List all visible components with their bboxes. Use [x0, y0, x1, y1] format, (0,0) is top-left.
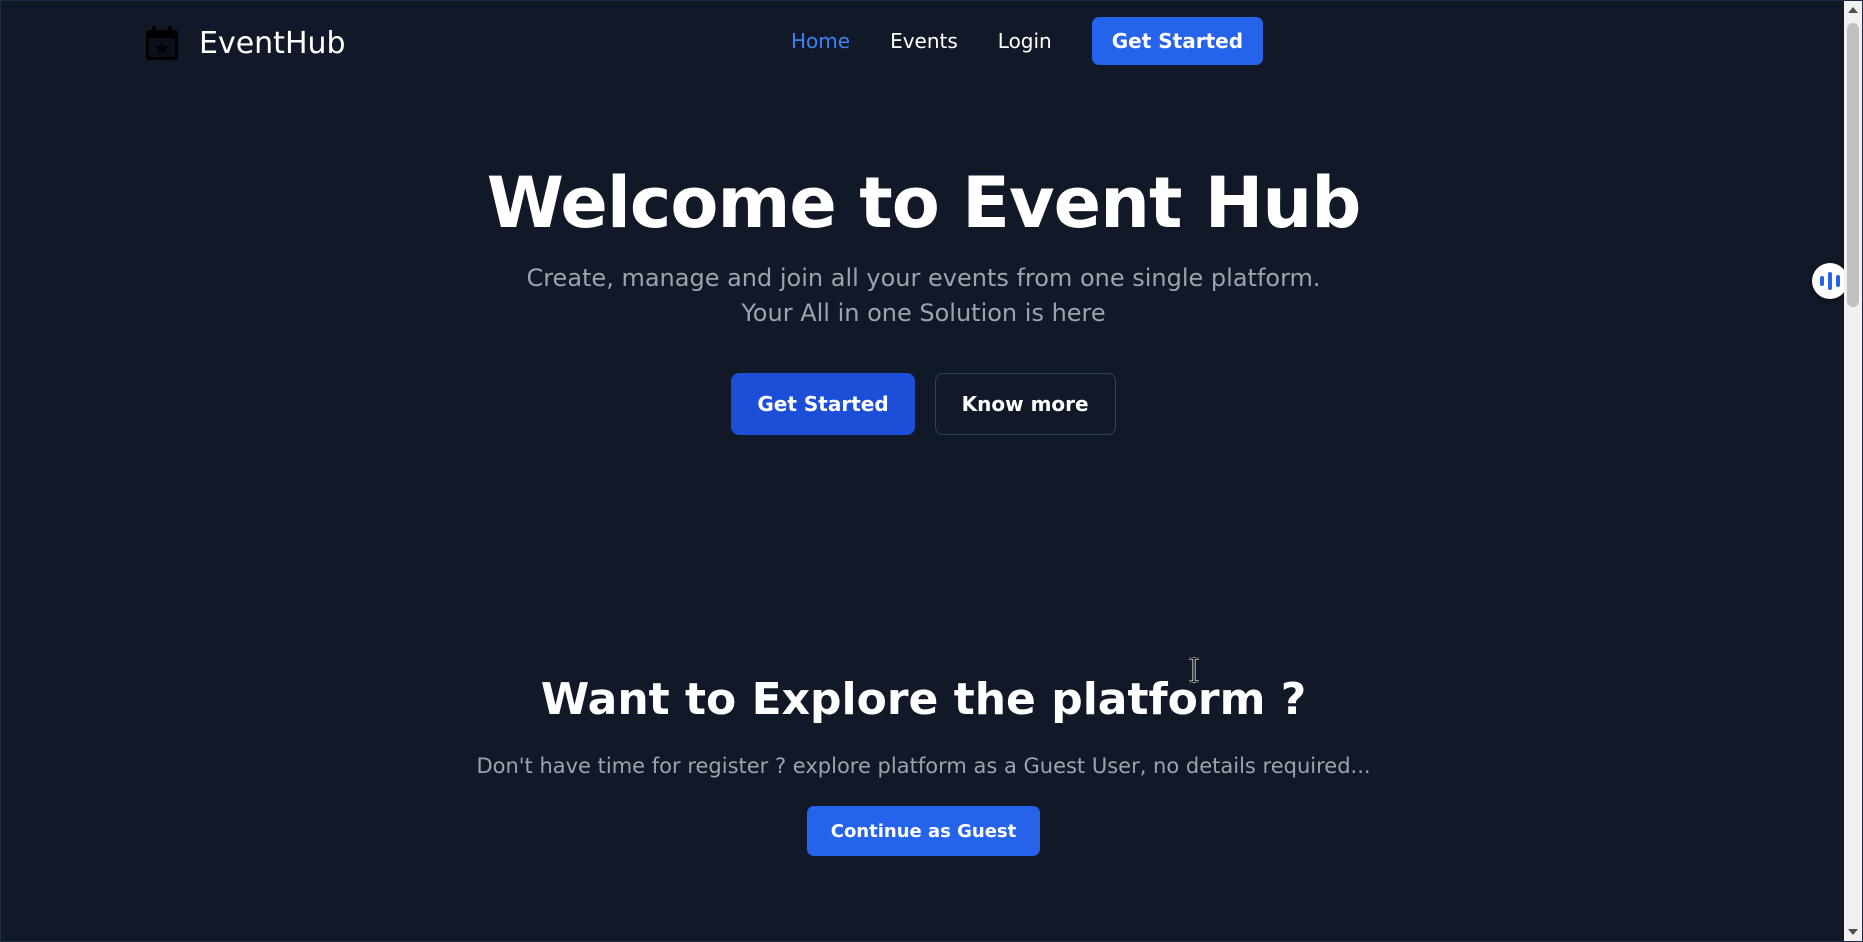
page: EventHub Home Events Login Get Started W…	[0, 0, 1863, 942]
audio-bars-icon	[1820, 272, 1840, 290]
navbar: EventHub Home Events Login Get Started	[1, 1, 1846, 85]
know-more-button[interactable]: Know more	[934, 373, 1116, 435]
explore-title: Want to Explore the platform ?	[540, 674, 1307, 725]
nav-link-login[interactable]: Login	[998, 29, 1052, 53]
text-cursor-icon	[1189, 657, 1199, 683]
nav-get-started-button[interactable]: Get Started	[1091, 17, 1264, 65]
hero-subtitle-line-2: Your All in one Solution is here	[741, 299, 1106, 327]
nav-link-events[interactable]: Events	[890, 29, 958, 53]
brand-name: EventHub	[199, 25, 346, 61]
hero-subtitle: Create, manage and join all your events …	[1, 261, 1846, 331]
hero-get-started-button[interactable]: Get Started	[731, 373, 915, 435]
scroll-down-icon[interactable]	[1848, 929, 1858, 935]
hero-subtitle-line-1: Create, manage and join all your events …	[526, 264, 1321, 292]
explore-subtitle: Don't have time for register ? explore p…	[476, 754, 1371, 778]
hero-title: Welcome to Event Hub	[486, 162, 1362, 244]
scrollbar-thumb[interactable]	[1847, 23, 1859, 307]
floating-widget-button[interactable]	[1812, 263, 1848, 299]
scroll-up-icon[interactable]	[1848, 7, 1858, 13]
nav-link-home[interactable]: Home	[791, 29, 850, 53]
explore-actions: Continue as Guest	[1, 806, 1846, 856]
hero-actions: Get Started Know more	[1, 373, 1846, 435]
continue-as-guest-button[interactable]: Continue as Guest	[806, 806, 1041, 856]
calendar-star-icon	[146, 26, 178, 60]
brand[interactable]: EventHub	[145, 19, 346, 67]
vertical-scrollbar[interactable]	[1844, 1, 1862, 941]
hero-section: Welcome to Event Hub Create, manage and …	[1, 153, 1846, 435]
explore-section: Want to Explore the platform ? Don't hav…	[1, 669, 1846, 856]
main-nav: Home Events Login Get Started	[791, 17, 1264, 65]
